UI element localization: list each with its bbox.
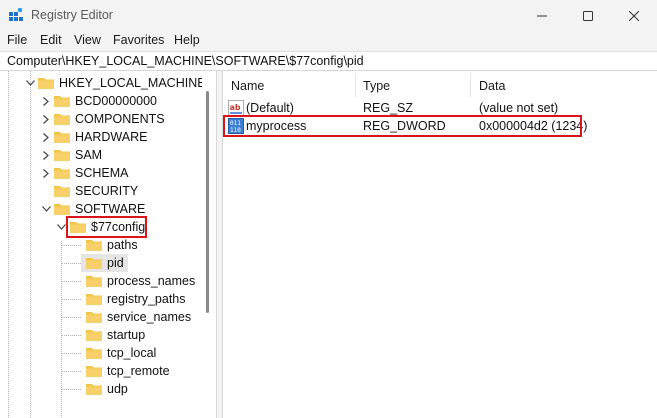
folder-icon: [54, 96, 70, 107]
chevron-down-icon[interactable]: [40, 200, 52, 218]
folder-icon: [54, 168, 70, 179]
menu-bar: File Edit View Favorites Help: [0, 31, 657, 51]
tree-node-startup[interactable]: startup: [0, 326, 200, 344]
tree-node-tcp-remote[interactable]: tcp_remote: [0, 362, 200, 380]
tree-node-sam[interactable]: SAM: [0, 146, 200, 164]
close-button[interactable]: [611, 0, 657, 31]
folder-icon: [54, 204, 70, 215]
folder-icon: [86, 258, 102, 269]
tree-label: registry_paths: [107, 292, 186, 306]
folder-icon: [86, 348, 102, 359]
menu-edit[interactable]: Edit: [40, 33, 62, 47]
registry-editor-window: Registry Editor File Edit View Favorites…: [0, 0, 657, 418]
menu-help[interactable]: Help: [174, 33, 200, 47]
chevron-right-icon[interactable]: [40, 92, 52, 110]
folder-icon: [38, 78, 54, 89]
value-name: (Default): [246, 101, 294, 115]
tree-label: HARDWARE: [75, 130, 148, 144]
tree-node-pid[interactable]: pid: [0, 254, 200, 272]
folder-icon: [86, 240, 102, 251]
column-header-name[interactable]: Name: [231, 71, 264, 99]
tree-label: pid: [107, 256, 124, 270]
tree-scrollbar[interactable]: [202, 71, 214, 418]
chevron-down-icon[interactable]: [24, 74, 36, 92]
column-separator[interactable]: [355, 73, 356, 97]
tree-label: SAM: [75, 148, 103, 162]
tree-label: service_names: [107, 310, 192, 324]
address-bar[interactable]: Computer\HKEY_LOCAL_MACHINE\SOFTWARE\$77…: [0, 51, 657, 71]
highlight-box-value-row: [223, 115, 582, 137]
tree-node-hardware[interactable]: HARDWARE: [0, 128, 200, 146]
column-separator[interactable]: [470, 73, 471, 97]
tree-label: BCD00000000: [75, 94, 158, 108]
column-header-data[interactable]: Data: [479, 71, 505, 99]
tree-label: SECURITY: [75, 184, 139, 198]
tree-label: tcp_local: [107, 346, 157, 360]
value-type: REG_SZ: [363, 101, 414, 115]
registry-editor-app-icon: [9, 8, 23, 21]
tree-label: udp: [107, 382, 128, 396]
maximize-button[interactable]: [565, 0, 611, 31]
tree-node-hklm[interactable]: HKEY_LOCAL_MACHINE: [0, 74, 206, 92]
highlight-box-config-key: [66, 216, 147, 238]
folder-icon: [86, 366, 102, 377]
tree-label: paths: [107, 238, 138, 252]
close-icon: [629, 10, 639, 21]
maximize-icon: [583, 10, 593, 21]
address-path[interactable]: Computer\HKEY_LOCAL_MACHINE\SOFTWARE\$77…: [7, 54, 364, 68]
tree-node-security[interactable]: SECURITY: [0, 182, 200, 200]
window-title: Registry Editor: [31, 8, 113, 22]
chevron-right-icon[interactable]: [40, 110, 52, 128]
folder-icon: [54, 186, 70, 197]
tree-node-registry-paths[interactable]: registry_paths: [0, 290, 200, 308]
title-bar: Registry Editor: [0, 0, 657, 31]
chevron-right-icon[interactable]: [40, 164, 52, 182]
menu-view[interactable]: View: [74, 33, 101, 47]
tree-node-service-names[interactable]: service_names: [0, 308, 200, 326]
tree-label: process_names: [107, 274, 196, 288]
column-header-type[interactable]: Type: [363, 71, 390, 99]
values-list-pane[interactable]: Name Type Data ab (Default) REG_SZ (valu…: [222, 71, 657, 418]
folder-icon: [86, 384, 102, 395]
tree-label: SCHEMA: [75, 166, 129, 180]
chevron-right-icon[interactable]: [40, 128, 52, 146]
minimize-button[interactable]: [519, 0, 565, 31]
folder-icon: [86, 330, 102, 341]
svg-text:ab: ab: [230, 103, 241, 112]
tree-label: HKEY_LOCAL_MACHINE: [59, 76, 206, 90]
menu-favorites[interactable]: Favorites: [113, 33, 164, 47]
tree-scrollbar-thumb[interactable]: [206, 91, 209, 313]
tree-label: startup: [107, 328, 146, 342]
string-value-icon: ab: [228, 100, 244, 116]
folder-icon: [86, 276, 102, 287]
tree-node-tcp-local[interactable]: tcp_local: [0, 344, 200, 362]
tree-label: COMPONENTS: [75, 112, 165, 126]
tree-node-components[interactable]: COMPONENTS: [0, 110, 200, 128]
tree-node-bcd[interactable]: BCD00000000: [0, 92, 200, 110]
folder-icon: [54, 150, 70, 161]
tree-node-paths[interactable]: paths: [0, 236, 200, 254]
chevron-right-icon[interactable]: [40, 146, 52, 164]
folder-icon: [54, 114, 70, 125]
folder-icon: [86, 312, 102, 323]
folder-icon: [54, 132, 70, 143]
tree-label: tcp_remote: [107, 364, 170, 378]
menu-file[interactable]: File: [7, 33, 27, 47]
folder-icon: [86, 294, 102, 305]
key-tree-pane[interactable]: HKEY_LOCAL_MACHINE BCD00000000 COMPONENT…: [0, 71, 217, 418]
tree-node-udp[interactable]: udp: [0, 380, 200, 398]
tree-node-process-names[interactable]: process_names: [0, 272, 200, 290]
value-data: (value not set): [479, 101, 559, 115]
minimize-icon: [537, 15, 547, 16]
tree-node-schema[interactable]: SCHEMA: [0, 164, 200, 182]
tree-label: SOFTWARE: [75, 202, 146, 216]
